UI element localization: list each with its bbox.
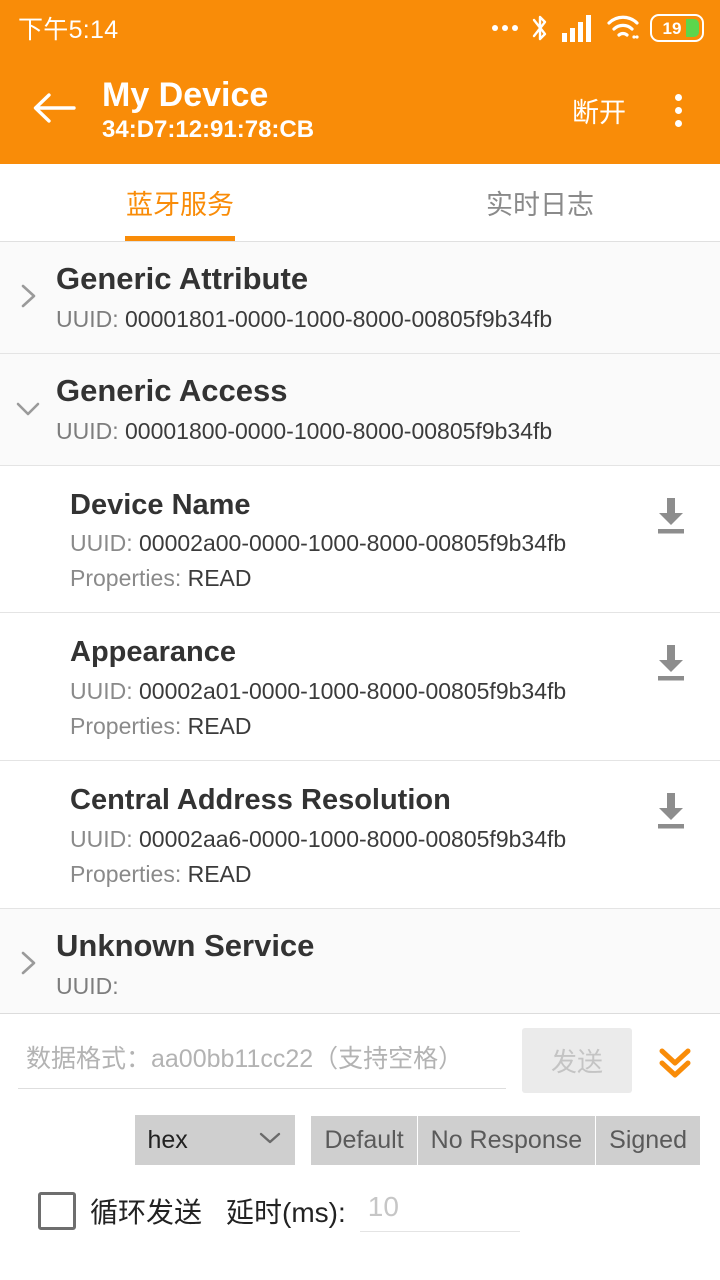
service-row-generic-attribute[interactable]: Generic Attribute UUID: 00001801-0000-10… bbox=[0, 242, 720, 354]
loop-send-checkbox[interactable] bbox=[38, 1191, 76, 1230]
chevron-down-icon bbox=[14, 392, 42, 429]
tab-label: 蓝牙服务 bbox=[126, 190, 234, 220]
delay-label: 延时(ms): bbox=[226, 1196, 346, 1228]
app-bar: My Device 34:D7:12:91:78:CB 断开 bbox=[0, 56, 720, 164]
service-uuid-value: 00001801-0000-1000-8000-00805f9b34fb bbox=[125, 305, 553, 332]
send-button[interactable]: 发送 bbox=[522, 1028, 632, 1093]
disconnect-button[interactable]: 断开 bbox=[566, 83, 632, 138]
wifi-icon bbox=[607, 14, 639, 42]
loop-send-row: 循环发送 延时(ms): bbox=[0, 1165, 720, 1232]
double-chevron-down-icon[interactable] bbox=[648, 1031, 702, 1091]
service-uuid: UUID: 00001800-0000-1000-8000-00805f9b34… bbox=[0, 418, 720, 445]
characteristic-uuid-value: 00002a01-0000-1000-8000-00805f9b34fb bbox=[139, 678, 567, 705]
characteristic-properties: Properties: READ bbox=[0, 861, 720, 888]
service-uuid-label: UUID: bbox=[56, 417, 125, 444]
characteristic-uuid-value: 00002aa6-0000-1000-8000-00805f9b34fb bbox=[139, 825, 567, 852]
characteristic-uuid: UUID: 00002aa6-0000-1000-8000-00805f9b34… bbox=[0, 826, 720, 853]
characteristic-row[interactable]: Appearance UUID: 00002a01-0000-1000-8000… bbox=[0, 613, 720, 762]
characteristic-name: Appearance bbox=[70, 636, 237, 669]
characteristic-row[interactable]: Central Address Resolution UUID: 00002aa… bbox=[0, 761, 720, 909]
status-bar: 下午5:14 19 bbox=[0, 0, 720, 56]
more-dots-icon bbox=[492, 25, 518, 31]
app-bar-actions: 断开 bbox=[566, 82, 698, 138]
delay-input[interactable] bbox=[359, 1189, 520, 1232]
send-input-row: 发送 bbox=[0, 1028, 720, 1093]
service-uuid-label: UUID: bbox=[56, 972, 119, 999]
tab-bar: 蓝牙服务 实时日志 bbox=[0, 164, 720, 242]
tab-bluetooth-services[interactable]: 蓝牙服务 bbox=[0, 164, 360, 241]
send-panel: 发送 hex Default No Response Signed 循环发送 延… bbox=[0, 1013, 720, 1280]
chevron-down-icon bbox=[257, 1129, 283, 1152]
data-format-select[interactable]: hex bbox=[135, 1115, 296, 1165]
tab-realtime-log[interactable]: 实时日志 bbox=[360, 164, 720, 241]
service-name: Generic Attribute bbox=[56, 261, 309, 296]
data-input[interactable] bbox=[18, 1032, 506, 1089]
service-row-generic-access[interactable]: Generic Access UUID: 00001800-0000-1000-… bbox=[0, 353, 720, 466]
service-uuid: UUID: 00001801-0000-1000-8000-00805f9b34… bbox=[0, 306, 720, 333]
service-uuid-label: UUID: bbox=[56, 305, 125, 332]
write-mode-segmented-control[interactable]: Default No Response Signed bbox=[311, 1115, 700, 1165]
characteristic-properties-value: READ bbox=[187, 860, 252, 887]
characteristic-uuid-value: 00002a00-0000-1000-8000-00805f9b34fb bbox=[139, 530, 567, 557]
service-name: Generic Access bbox=[56, 372, 288, 408]
tab-label: 实时日志 bbox=[486, 190, 594, 220]
write-mode-default[interactable]: Default bbox=[311, 1115, 418, 1165]
data-format-value: hex bbox=[147, 1125, 188, 1154]
characteristic-properties-label: Properties: bbox=[70, 713, 188, 740]
write-options-row: hex Default No Response Signed bbox=[0, 1093, 720, 1165]
characteristic-properties-value: READ bbox=[187, 713, 252, 740]
write-mode-signed[interactable]: Signed bbox=[596, 1115, 700, 1165]
battery-icon: 19 bbox=[650, 14, 704, 42]
signal-icon bbox=[562, 14, 596, 42]
download-icon[interactable] bbox=[648, 492, 694, 538]
characteristic-row[interactable]: Device Name UUID: 00002a00-0000-1000-800… bbox=[0, 465, 720, 614]
loop-send-label: 循环发送 bbox=[90, 1196, 203, 1228]
characteristic-uuid-label: UUID: bbox=[70, 530, 139, 557]
service-uuid-value: 00001800-0000-1000-8000-00805f9b34fb bbox=[125, 417, 553, 444]
overflow-menu-icon[interactable] bbox=[658, 82, 698, 138]
characteristic-uuid: UUID: 00002a01-0000-1000-8000-00805f9b34… bbox=[0, 678, 720, 705]
bluetooth-icon bbox=[529, 13, 551, 43]
write-mode-no-response[interactable]: No Response bbox=[417, 1115, 597, 1165]
characteristic-properties-label: Properties: bbox=[70, 860, 188, 887]
service-uuid: UUID: bbox=[0, 973, 720, 1000]
battery-level: 19 bbox=[662, 18, 682, 38]
characteristic-uuid-label: UUID: bbox=[70, 678, 139, 705]
download-icon[interactable] bbox=[648, 639, 694, 685]
service-name: Unknown Service bbox=[56, 927, 315, 963]
page-title: My Device bbox=[102, 75, 269, 114]
characteristic-properties-value: READ bbox=[187, 565, 252, 592]
service-row-unknown-service[interactable]: Unknown Service UUID: bbox=[0, 908, 720, 1021]
app-bar-titles: My Device 34:D7:12:91:78:CB bbox=[102, 76, 314, 145]
back-button[interactable] bbox=[26, 82, 82, 138]
status-time: 下午5:14 bbox=[18, 16, 119, 44]
characteristic-uuid-label: UUID: bbox=[70, 825, 139, 852]
chevron-right-icon bbox=[14, 947, 42, 984]
characteristic-name: Central Address Resolution bbox=[70, 784, 451, 817]
chevron-right-icon bbox=[14, 280, 42, 317]
characteristic-properties: Properties: READ bbox=[0, 713, 720, 740]
device-address: 34:D7:12:91:78:CB bbox=[102, 115, 315, 143]
status-icons: 19 bbox=[492, 13, 704, 43]
back-arrow-icon bbox=[32, 90, 76, 131]
characteristic-properties-label: Properties: bbox=[70, 565, 188, 592]
characteristic-name: Device Name bbox=[70, 488, 251, 521]
characteristic-uuid: UUID: 00002a00-0000-1000-8000-00805f9b34… bbox=[0, 530, 720, 557]
download-icon[interactable] bbox=[648, 787, 694, 833]
characteristic-properties: Properties: READ bbox=[0, 565, 720, 592]
